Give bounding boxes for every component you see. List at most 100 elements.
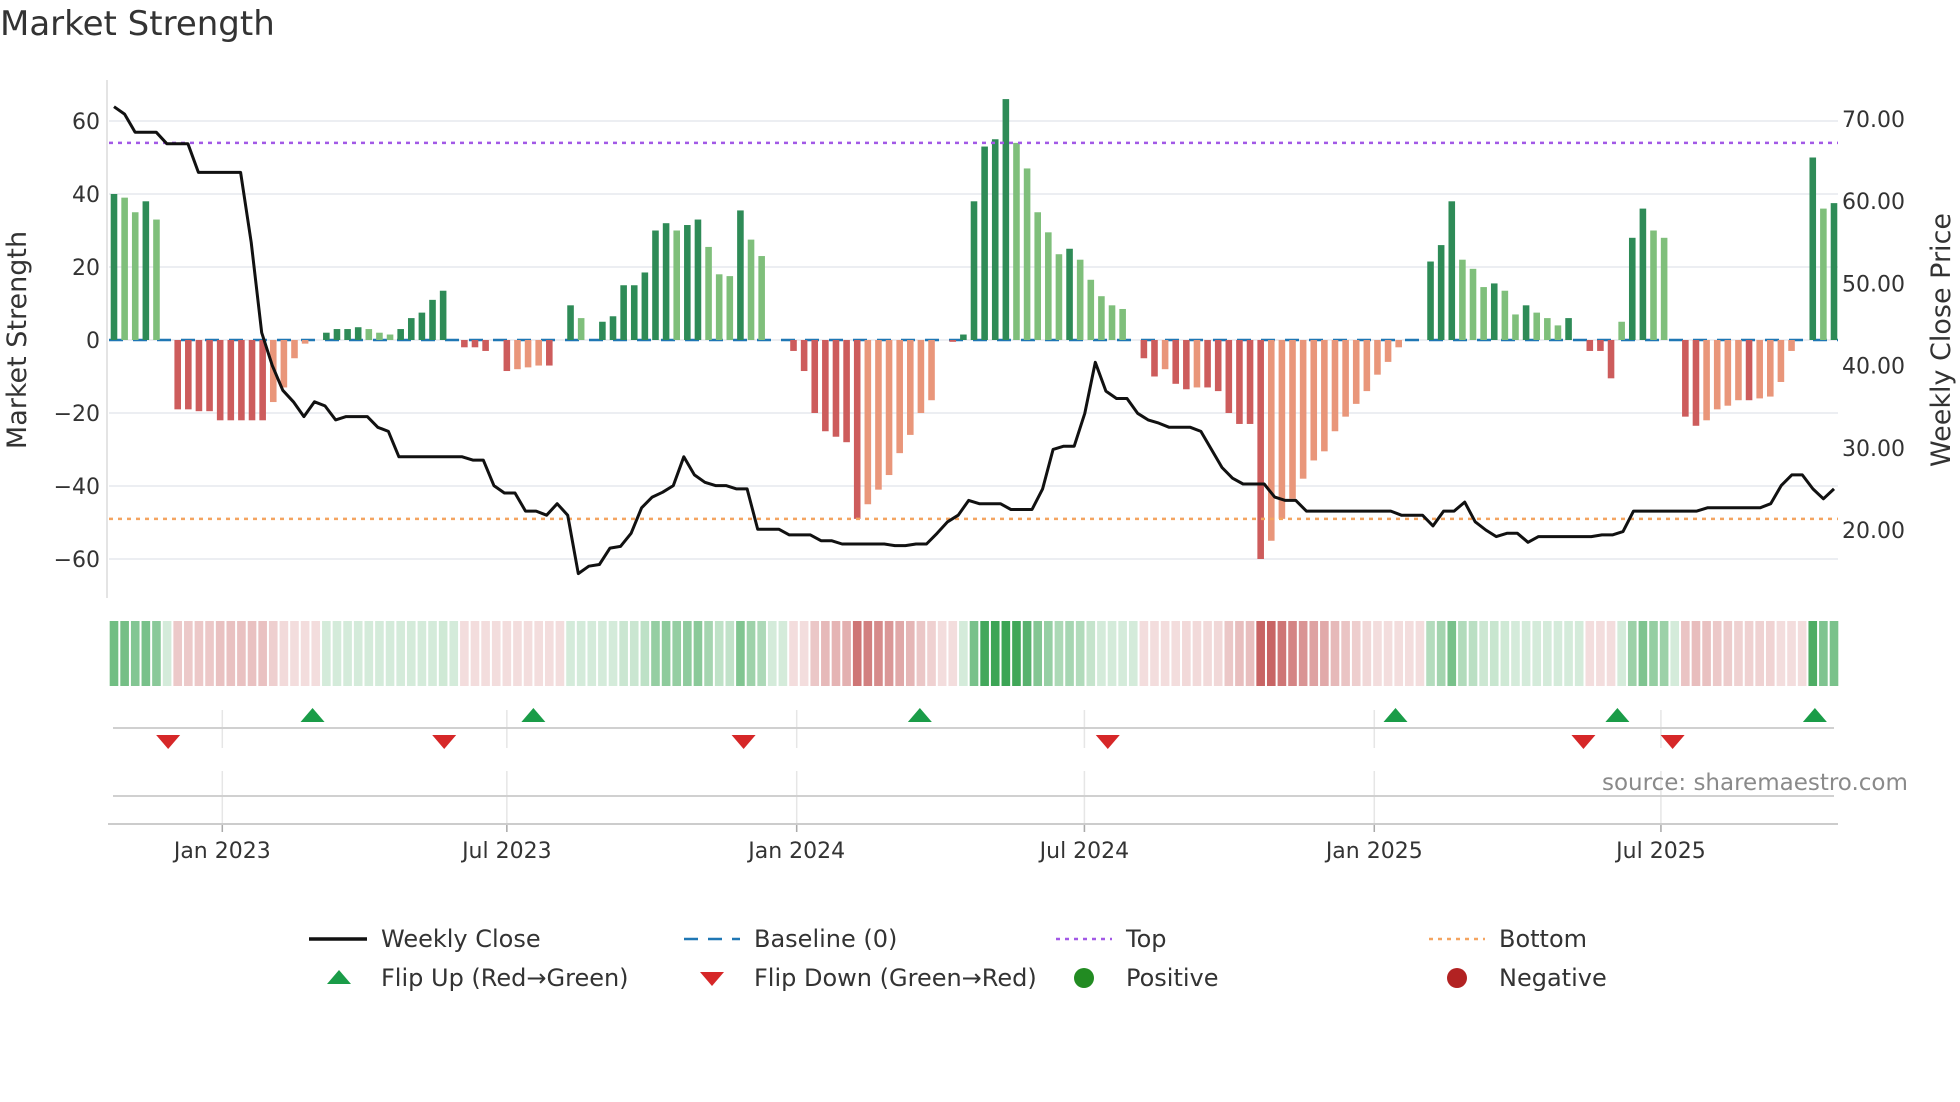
strength-strip-cell — [1755, 621, 1764, 686]
strength-bar — [1331, 340, 1339, 432]
strength-strip-cell — [1033, 621, 1043, 686]
strength-strip-cell — [428, 621, 437, 686]
strength-strip-cell — [1659, 621, 1669, 686]
legend-label: Baseline (0) — [754, 925, 898, 953]
strength-bar — [471, 340, 479, 348]
strength-bar — [1533, 312, 1541, 340]
strength-bar — [1713, 340, 1721, 410]
strength-bar — [153, 219, 160, 340]
strength-bar — [1183, 340, 1190, 390]
strength-bar — [1618, 321, 1625, 340]
strength-strip-cell — [406, 621, 416, 686]
strength-bar — [1374, 340, 1381, 375]
strength-strip-cell — [1213, 621, 1223, 686]
strength-bar — [737, 210, 744, 340]
strength-strip-cell — [629, 621, 639, 686]
strength-strip-cell — [1521, 621, 1531, 686]
strength-bar — [1735, 340, 1742, 401]
strength-bar — [291, 340, 298, 359]
legend-label: Flip Down (Green→Red) — [754, 964, 1037, 992]
strength-strip-cell — [555, 621, 565, 686]
strength-strip-cell — [884, 621, 894, 686]
strength-strip-cell — [1436, 621, 1446, 686]
strength-strip-cell — [1606, 621, 1616, 686]
strength-bar — [1193, 340, 1201, 388]
strength-strip-cell — [470, 621, 480, 686]
strength-strip-cell — [343, 621, 352, 686]
strength-strip-cell — [1712, 621, 1722, 686]
strength-strip-cell — [1585, 621, 1595, 686]
strength-bar — [1108, 305, 1116, 340]
strength-bar — [131, 212, 139, 340]
strength-strip-cell — [1139, 621, 1149, 686]
strength-strip-cell — [162, 621, 172, 686]
strength-bar — [1034, 212, 1041, 340]
strength-bar — [1459, 259, 1466, 340]
strength-strip-cell — [842, 621, 851, 686]
strength-bar — [822, 340, 829, 432]
legend-item-tri-down: Flip Down (Green→Red) — [682, 964, 1037, 992]
strength-strip-cell — [1447, 621, 1457, 686]
strength-bar — [376, 332, 383, 340]
strength-strip-cell — [1479, 621, 1488, 686]
strength-bar — [546, 340, 553, 366]
strength-bar — [1628, 237, 1636, 340]
strength-strip-cell — [1458, 621, 1467, 686]
strength-strip-cell — [322, 621, 331, 686]
strength-bar — [344, 329, 351, 340]
strength-bar — [652, 230, 659, 340]
strength-bar — [1692, 340, 1700, 426]
strength-strip-cell — [491, 621, 501, 686]
strength-strip-cell — [831, 621, 841, 686]
strength-strip-cell — [1203, 621, 1212, 686]
legend-label: Negative — [1499, 964, 1607, 992]
strength-strip-cell — [693, 621, 703, 686]
dot-pos-icon — [1054, 966, 1114, 990]
strength-strip-cell — [1001, 621, 1011, 686]
strength-bar — [1501, 290, 1509, 340]
strength-strip-cell — [576, 621, 586, 686]
strength-bar — [195, 340, 203, 412]
strength-bar — [907, 340, 914, 435]
strength-strip-cell — [1638, 621, 1648, 686]
flip-up-marker — [1605, 708, 1630, 722]
strength-strip-cell — [513, 621, 522, 686]
legend-label: Flip Up (Red→Green) — [381, 964, 629, 992]
strength-strip-cell — [1330, 621, 1340, 686]
dot-neg-icon — [1427, 966, 1487, 990]
strength-strip-cell — [704, 621, 713, 686]
strength-strip-cell — [1256, 621, 1265, 686]
y2-tick-label: 70.00 — [1842, 108, 1905, 133]
strength-strip-cell — [152, 621, 161, 686]
flip-up-marker — [1383, 708, 1408, 722]
strength-strip-cell — [194, 621, 204, 686]
strength-strip-cell — [725, 621, 735, 686]
strength-strip-cell — [1734, 621, 1743, 686]
strength-bar — [1650, 230, 1657, 340]
strength-strip-cell — [1649, 621, 1658, 686]
strength-strip-cell — [109, 621, 119, 686]
strength-strip-cell — [237, 621, 246, 686]
strength-bar — [1172, 340, 1180, 384]
flip-down-marker — [1571, 735, 1596, 749]
strength-strip-cell — [1415, 621, 1425, 686]
strength-bar — [1161, 340, 1169, 370]
strength-bar — [227, 340, 235, 421]
strength-bar — [853, 340, 861, 519]
strength-bar — [1310, 340, 1318, 461]
strength-strip-cell — [895, 621, 904, 686]
strength-strip-cell — [1012, 621, 1021, 686]
strength-strip-cell — [1596, 621, 1605, 686]
strength-bar — [609, 316, 617, 340]
strength-bar — [662, 223, 670, 340]
strength-strip-cell — [1373, 621, 1382, 686]
strength-bar — [928, 340, 935, 401]
strength-bar — [1490, 283, 1498, 340]
strength-bar — [1204, 340, 1211, 388]
strength-strip-cell — [1075, 621, 1085, 686]
strength-bar — [1703, 340, 1710, 421]
strength-strip-cell — [990, 621, 1000, 686]
strength-strip-cell — [1086, 621, 1096, 686]
strength-strip-cell — [1320, 621, 1329, 686]
strength-bar — [482, 340, 489, 351]
